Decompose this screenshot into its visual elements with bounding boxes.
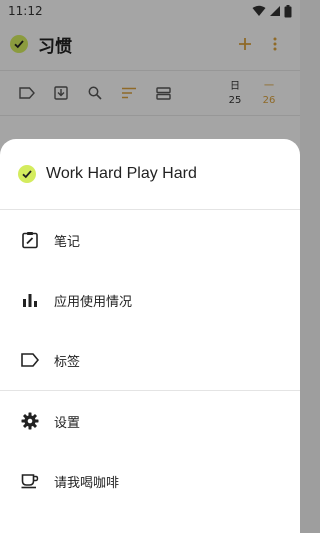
coffee-cup-icon bbox=[20, 471, 40, 491]
edit-note-icon bbox=[20, 230, 40, 250]
menu-label: 设置 bbox=[54, 415, 81, 431]
bar-chart-icon bbox=[20, 290, 40, 310]
menu-item-settings[interactable]: 设置 bbox=[0, 391, 300, 451]
menu-item-labels[interactable]: 标签 bbox=[0, 330, 300, 390]
menu-label: 请我喝咖啡 bbox=[54, 475, 120, 491]
sheet-header: Work Hard Play Hard bbox=[0, 139, 300, 209]
gear-icon bbox=[20, 411, 40, 431]
menu-item-notes[interactable]: 笔记 bbox=[0, 210, 300, 270]
menu-item-buy-me-coffee[interactable]: 请我喝咖啡 bbox=[0, 451, 300, 511]
sheet-title: Work Hard Play Hard bbox=[46, 165, 197, 182]
menu-label: 标签 bbox=[54, 354, 81, 370]
label-icon bbox=[20, 350, 40, 370]
menu-label: 笔记 bbox=[54, 234, 81, 250]
check-icon bbox=[18, 165, 36, 183]
menu-label: 应用使用情况 bbox=[54, 294, 133, 310]
menu-item-app-usage[interactable]: 应用使用情况 bbox=[0, 270, 300, 330]
bottom-sheet-menu: Work Hard Play Hard 笔记 应用使用情况 标签 设置 请我喝咖… bbox=[0, 139, 300, 533]
